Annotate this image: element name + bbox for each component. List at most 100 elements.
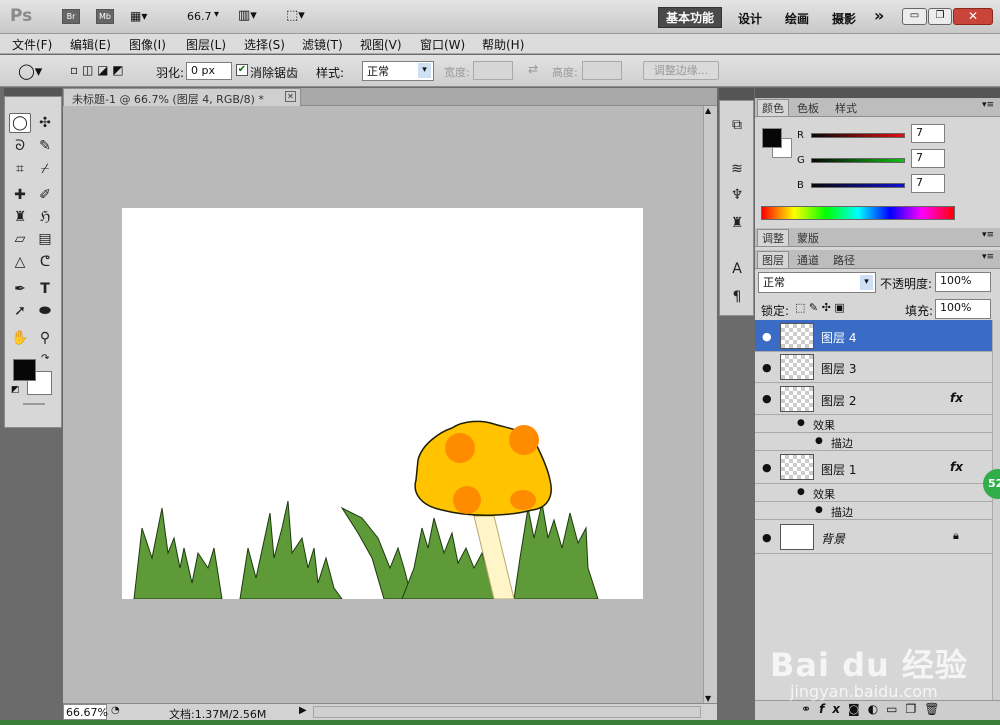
mini-bridge-button[interactable]: Mb: [96, 9, 114, 24]
workspace-painting[interactable]: 绘画: [785, 10, 809, 27]
layer-row-2[interactable]: ● 图层 2 fx: [755, 383, 992, 415]
adjust-panel-menu-icon[interactable]: ▾≡: [982, 230, 994, 240]
lock-icons[interactable]: ⬚ ✎ ✣ ▣: [795, 301, 845, 314]
menu-file[interactable]: 文件(F): [12, 36, 52, 53]
eyedropper-tool-icon[interactable]: ⌿: [34, 159, 56, 179]
shape-tool-icon[interactable]: ⬬: [34, 301, 56, 321]
scroll-up-icon[interactable]: ▲: [705, 106, 711, 115]
channel-r-input[interactable]: 7: [911, 124, 945, 143]
color-spectrum[interactable]: [761, 206, 955, 220]
effects-eye-icon[interactable]: ●: [797, 418, 805, 428]
arrange-documents-icon[interactable]: ▥▾: [238, 8, 257, 23]
marquee-preset-icon[interactable]: ◯▾: [18, 62, 42, 80]
stroke-eye-icon[interactable]: ●: [815, 505, 823, 515]
visibility-eye-icon[interactable]: ●: [762, 330, 772, 343]
brush-tool-icon[interactable]: ✐: [34, 185, 56, 205]
menu-view[interactable]: 视图(V): [360, 36, 402, 53]
add-mask-icon[interactable]: ◙: [848, 702, 868, 716]
layer-row-4[interactable]: ● 图层 4: [755, 320, 992, 352]
selection-mode-icons[interactable]: ▫ ◫ ◪ ◩: [70, 63, 124, 77]
menu-edit[interactable]: 编辑(E): [70, 36, 111, 53]
healing-brush-icon[interactable]: ✚: [9, 185, 31, 205]
feather-input[interactable]: 0 px: [186, 62, 232, 80]
visibility-eye-icon[interactable]: ●: [762, 531, 772, 544]
workspace-photography[interactable]: 摄影: [832, 10, 856, 27]
minimize-button[interactable]: ▭: [902, 8, 927, 25]
layer-1-stroke-row[interactable]: ● 描边: [755, 502, 992, 520]
channel-g-slider[interactable]: [811, 158, 905, 163]
tool-presets-icon[interactable]: ♜: [726, 213, 748, 233]
canvas[interactable]: [122, 208, 643, 599]
menu-select[interactable]: 选择(S): [244, 36, 285, 53]
blur-tool-icon[interactable]: △: [9, 252, 31, 272]
channel-g-input[interactable]: 7: [911, 149, 945, 168]
tab-adjustments[interactable]: 调整: [757, 229, 789, 246]
history-panel-icon[interactable]: ⧉: [726, 115, 748, 135]
color-fg-swatch[interactable]: [762, 128, 782, 148]
menu-image[interactable]: 图像(I): [129, 36, 166, 53]
character-panel-icon[interactable]: A: [726, 259, 748, 279]
channel-b-input[interactable]: 7: [911, 174, 945, 193]
view-extras-icon[interactable]: ▦▾: [130, 9, 156, 24]
workspace-essentials[interactable]: 基本功能: [658, 7, 722, 28]
menu-filter[interactable]: 滤镜(T): [302, 36, 343, 53]
visibility-eye-icon[interactable]: ●: [762, 392, 772, 405]
new-adjustment-icon[interactable]: ◐: [868, 702, 886, 716]
gradient-tool-icon[interactable]: ▤: [34, 229, 56, 249]
marquee-tool-icon[interactable]: ◯: [9, 113, 31, 133]
path-select-icon[interactable]: ➚: [9, 301, 31, 321]
history-brush-icon[interactable]: ℌ: [34, 207, 56, 227]
zoom-status-field[interactable]: 66.67%: [63, 704, 108, 720]
vertical-scrollbar[interactable]: ▲ ▼: [703, 106, 717, 703]
tab-channels[interactable]: 通道: [793, 252, 823, 268]
tab-color[interactable]: 颜色: [757, 99, 789, 116]
scroll-down-icon[interactable]: ▼: [705, 694, 711, 703]
lasso-tool-icon[interactable]: ᘐ: [9, 136, 31, 156]
status-menu-icon[interactable]: ▶: [299, 705, 307, 716]
link-layers-icon[interactable]: ⚭: [801, 702, 819, 716]
tab-layers[interactable]: 图层: [757, 251, 789, 268]
channel-b-slider[interactable]: [811, 183, 905, 188]
eraser-tool-icon[interactable]: ▱: [9, 229, 31, 249]
close-tab-icon[interactable]: ✕: [285, 91, 296, 102]
screen-mode-icon[interactable]: ⬚▾: [286, 8, 305, 23]
move-tool-icon[interactable]: ✣: [34, 113, 56, 133]
channel-r-slider[interactable]: [811, 133, 905, 138]
add-style-icon[interactable]: fx: [819, 702, 848, 716]
brush-presets-icon[interactable]: ≋: [726, 159, 748, 179]
default-colors-icon[interactable]: ◩: [11, 385, 20, 395]
fill-input[interactable]: 100%: [935, 299, 991, 319]
zoom-level[interactable]: 66.7: [187, 10, 212, 23]
new-group-icon[interactable]: ▭: [886, 702, 905, 716]
opacity-input[interactable]: 100%: [935, 272, 991, 292]
dodge-tool-icon[interactable]: ᕦ: [34, 252, 56, 272]
hand-tool-icon[interactable]: ✋: [9, 328, 31, 348]
effects-eye-icon[interactable]: ●: [797, 487, 805, 497]
zoom-dropdown-icon[interactable]: ▾: [214, 9, 219, 20]
status-icon[interactable]: ◔: [111, 705, 120, 716]
layers-scrollbar[interactable]: [992, 320, 1000, 700]
crop-tool-icon[interactable]: ⌗: [9, 159, 31, 179]
type-tool-icon[interactable]: T: [34, 279, 56, 299]
pen-tool-icon[interactable]: ✒: [9, 279, 31, 299]
workspace-design[interactable]: 设计: [738, 10, 762, 27]
close-button[interactable]: ✕: [953, 8, 993, 25]
visibility-eye-icon[interactable]: ●: [762, 361, 772, 374]
quick-select-icon[interactable]: ✎: [34, 136, 56, 156]
foreground-color-swatch[interactable]: [13, 359, 36, 381]
tab-swatches[interactable]: 色板: [793, 100, 823, 116]
delete-layer-icon[interactable]: 🗑︎: [924, 702, 947, 716]
tab-masks[interactable]: 蒙版: [793, 230, 823, 246]
menu-layer[interactable]: 图层(L): [186, 36, 226, 53]
menu-help[interactable]: 帮助(H): [482, 36, 524, 53]
layer-row-1[interactable]: ● 图层 1 fx: [755, 451, 992, 484]
fx-icon[interactable]: fx: [950, 460, 963, 474]
panel-menu-icon[interactable]: ▾≡: [982, 100, 994, 110]
zoom-tool-icon[interactable]: ⚲: [34, 328, 56, 348]
menu-window[interactable]: 窗口(W): [420, 36, 465, 53]
fx-icon[interactable]: fx: [950, 391, 963, 405]
restore-button[interactable]: ❐: [928, 8, 952, 25]
swap-colors-icon[interactable]: ↷: [41, 353, 49, 364]
layer-2-stroke-row[interactable]: ● 描边: [755, 433, 992, 451]
visibility-eye-icon[interactable]: ●: [762, 461, 772, 474]
